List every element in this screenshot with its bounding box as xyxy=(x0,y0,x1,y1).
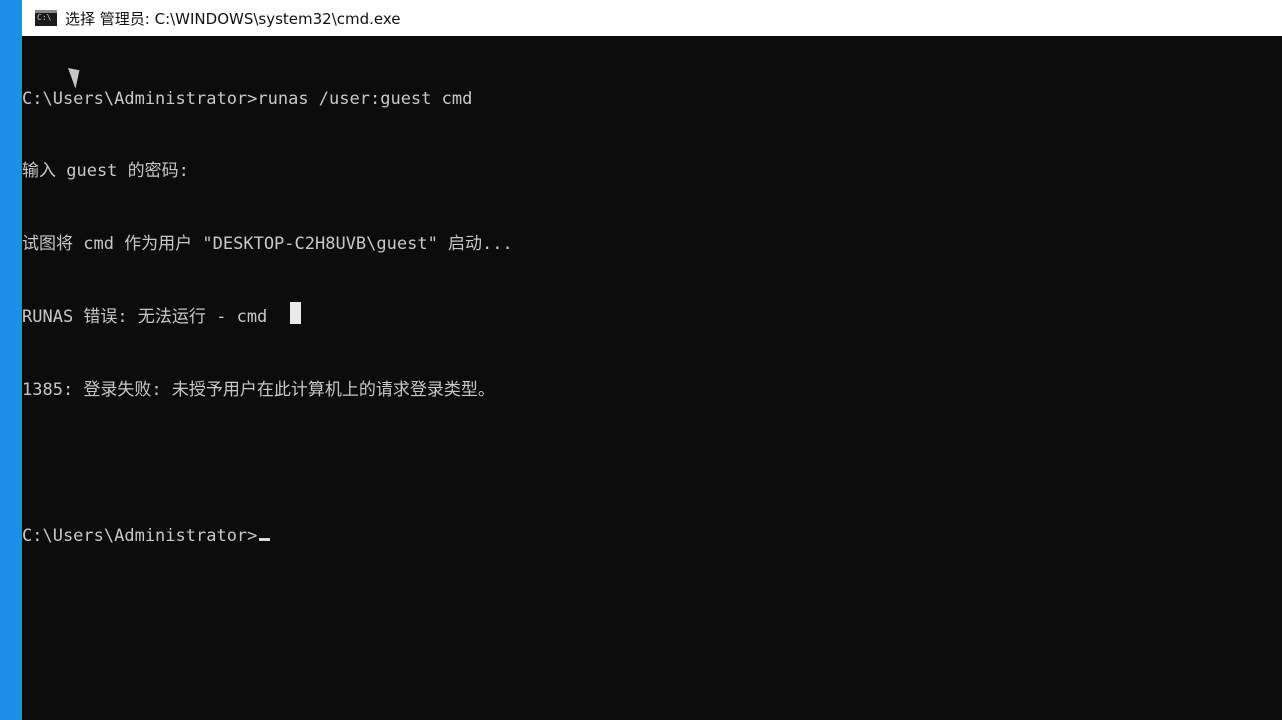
desktop-background xyxy=(0,0,22,720)
window-title: 选择 管理员: C:\WINDOWS\system32\cmd.exe xyxy=(65,9,401,28)
cmd-icon-label: C:\ xyxy=(37,13,52,22)
console-line-prompt[interactable]: C:\Users\Administrator> xyxy=(22,524,1272,548)
console-output[interactable]: C:\Users\Administrator>runas /user:guest… xyxy=(22,38,1272,597)
window-titlebar[interactable]: C:\ 选择 管理员: C:\WINDOWS\system32\cmd.exe xyxy=(22,0,1282,36)
screen: C:\ 选择 管理员: C:\WINDOWS\system32\cmd.exe … xyxy=(0,0,1282,720)
console-line-error-detail: 1385: 登录失败: 未授予用户在此计算机上的请求登录类型。 xyxy=(22,380,495,401)
cmd-window-icon[interactable]: C:\ xyxy=(35,10,57,26)
console-line-password-prompt: 输入 guest 的密码: xyxy=(22,161,189,182)
current-prompt: C:\Users\Administrator> xyxy=(22,525,258,546)
console-line-runas-error: RUNAS 错误: 无法运行 - cmd xyxy=(22,307,268,328)
text-cursor xyxy=(259,537,271,541)
console-line-attempt: 试图将 cmd 作为用户 "DESKTOP-C2H8UVB\guest" 启动.… xyxy=(22,234,513,255)
cmd-window[interactable]: C:\ 选择 管理员: C:\WINDOWS\system32\cmd.exe … xyxy=(22,0,1282,720)
text-selection-cursor xyxy=(290,302,301,324)
console-line-command: C:\Users\Administrator>runas /user:guest… xyxy=(22,88,473,109)
